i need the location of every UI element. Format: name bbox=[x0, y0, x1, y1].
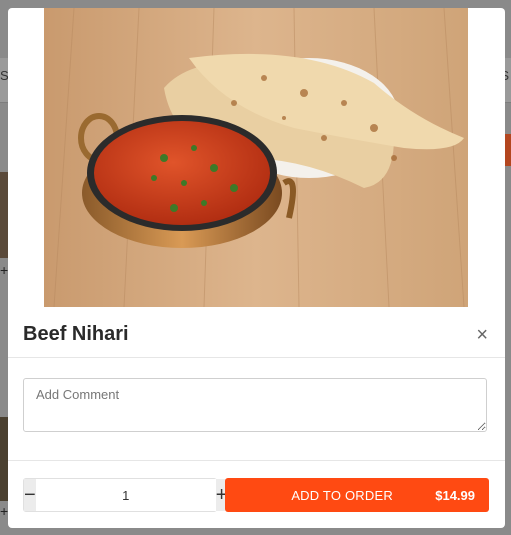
item-title: Beef Nihari bbox=[23, 323, 129, 345]
background-plus-icon: + bbox=[0, 503, 9, 519]
close-icon[interactable]: × bbox=[476, 325, 488, 345]
background-thumbnail bbox=[0, 417, 8, 501]
add-to-order-button[interactable]: ADD TO ORDER $14.99 bbox=[225, 478, 489, 512]
quantity-stepper: − + bbox=[23, 478, 228, 512]
add-to-order-label: ADD TO ORDER bbox=[291, 487, 393, 503]
background-plus-icon: + bbox=[0, 262, 9, 278]
modal-footer: − + ADD TO ORDER $14.99 bbox=[8, 460, 505, 528]
background-thumbnail bbox=[0, 172, 8, 258]
modal-header: Beef Nihari × bbox=[8, 313, 505, 358]
comment-field[interactable] bbox=[23, 378, 487, 432]
background-accent-strip bbox=[505, 134, 511, 166]
dish-image bbox=[44, 8, 468, 307]
quantity-input[interactable] bbox=[35, 479, 216, 511]
item-price: $14.99 bbox=[435, 487, 475, 503]
item-modal: Beef Nihari × − + ADD TO ORDER $14.99 bbox=[8, 8, 505, 528]
minus-icon[interactable]: − bbox=[24, 479, 36, 511]
